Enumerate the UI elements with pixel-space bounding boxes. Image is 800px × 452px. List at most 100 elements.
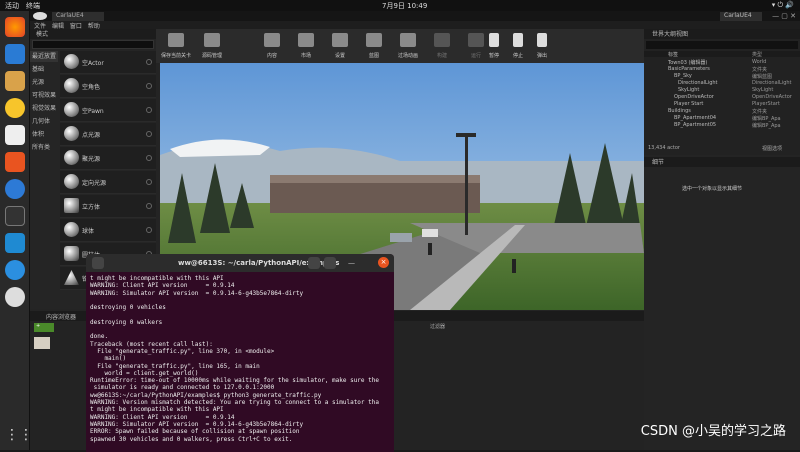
place-item[interactable]: 空Pawn [60,99,156,122]
outliner-row[interactable]: Buildings 文件夹 [644,108,800,115]
add-new-button[interactable]: + [34,323,54,332]
terminal-icon[interactable] [5,206,25,226]
info-icon[interactable] [146,131,152,137]
source-control-icon [204,33,220,47]
terminal-line: File "generate_traffic.py", line 165, in… [90,362,260,370]
search-icon[interactable] [308,257,320,269]
rhythmbox-icon[interactable] [5,98,25,118]
help-icon[interactable] [5,179,25,199]
category-visual[interactable]: 可视效果 [30,90,58,101]
outliner-row[interactable]: BP_Apartment04 编辑BP_Apa [644,115,800,122]
category-all[interactable]: 所有类 [30,142,58,153]
place-item[interactable]: 立方体 [60,195,156,218]
category-recent[interactable]: 最近放置 [30,51,58,62]
view-options-button[interactable]: 视图选项 [762,145,782,152]
outliner-row[interactable]: Player Start PlayerStart [644,101,800,107]
place-item[interactable]: 定向光源 [60,171,156,194]
activities-button[interactable]: 活动 [5,1,19,11]
info-icon[interactable] [146,227,152,233]
terminal-line: destroying 0 vehicles [90,304,166,312]
terminal-line: WARNING: Version mismatch detected: You … [90,399,379,407]
modes-panel-header[interactable]: 模式 [30,29,156,39]
libreoffice-writer-icon[interactable] [5,125,25,145]
point-light-icon [64,126,79,141]
files-icon[interactable] [5,71,25,91]
active-app-label[interactable]: 终端 [26,1,40,11]
eject-icon [537,33,547,47]
editor-title-bar: CarlaUE4 CarlaUE4 — ▢ ✕ [30,11,800,21]
terminal-output[interactable]: t might be incompatible with this API WAR… [90,275,392,449]
category-basic[interactable]: 基础 [30,64,58,75]
terminal-line: File "generate_traffic.py", line 370, in… [90,347,275,355]
outliner-row[interactable]: SkyLight SkyLight [644,87,800,93]
category-volumes[interactable]: 体积 [30,129,58,140]
clock[interactable]: 7月9日 10:49 [382,1,427,11]
software-center-icon[interactable] [5,152,25,172]
details-header[interactable]: 细节 [644,157,800,167]
vscode-icon[interactable] [5,233,25,253]
terminal-line: done. [90,333,109,341]
ue-logo-icon [33,12,47,20]
new-tab-icon[interactable] [92,257,104,269]
info-icon[interactable] [146,83,152,89]
info-icon[interactable] [146,203,152,209]
filter-button[interactable]: 过滤器 [430,323,445,330]
outliner-header[interactable]: 世界大纲视图 [644,29,800,39]
terminal-line: ww@6613S:~/carla/PythonAPI/examples$ pyt… [90,391,322,399]
main-toolbar: 保存当前关卡 源码管理 内容 市场 设置 蓝图 过场动画 构建 运行 暂停 停止… [156,29,644,63]
outliner-row[interactable]: DirectionalLight DirectionalLight [644,80,800,86]
folder-icon[interactable] [34,337,50,349]
content-browser-title[interactable]: 内容浏览器 [46,312,76,321]
cone-icon [64,270,79,285]
window-controls[interactable]: — ▢ ✕ [772,12,796,20]
hamburger-menu-icon[interactable] [324,257,336,269]
build-icon [434,33,450,47]
outliner-row[interactable]: OpenDriveActor OpenDriveActor [644,94,800,100]
system-tray-icons[interactable]: ▾ ⏻ 🔊 [772,1,794,10]
unreal-editor-window: CarlaUE4 CarlaUE4 — ▢ ✕ 文件 编辑 窗口 帮助 模式 最… [30,11,800,452]
level-tab[interactable]: CarlaUE4 [52,12,104,21]
info-icon[interactable] [146,59,152,65]
terminal-line: destroying 0 walkers [90,318,163,326]
place-item[interactable]: 空角色 [60,75,156,98]
firefox-icon[interactable] [5,17,25,37]
unreal-engine-icon[interactable] [5,287,25,307]
place-item[interactable]: 空Actor [60,51,156,74]
source-control-button[interactable]: 源码管理 [192,29,232,63]
info-icon[interactable] [146,107,152,113]
close-icon[interactable]: × [378,257,389,268]
thunderbird-icon[interactable] [5,44,25,64]
terminal-line: ERROR: Spawn failed because of collision… [90,428,300,436]
marketplace-icon [298,33,314,47]
details-empty-message: 选中一个对象以显示其细节 [682,186,743,192]
place-item[interactable]: 点光源 [60,123,156,146]
search-classes-input[interactable] [32,40,154,49]
outliner-row[interactable]: BasicParameters 文件夹 [644,66,800,73]
outliner-search-input[interactable] [646,41,798,49]
eject-button[interactable]: 弹出 [522,29,562,63]
docker-icon[interactable] [5,260,25,280]
cylinder-icon [64,246,79,261]
place-item[interactable]: 聚光源 [60,147,156,170]
menu-bar: 文件 编辑 窗口 帮助 [30,21,800,30]
terminal-line: t might be incompatible with this API [90,275,224,282]
system-top-bar: 活动 终端 7月9日 10:49 ▾ ⏻ 🔊 [0,0,800,11]
category-geometry[interactable]: 几何体 [30,116,58,127]
outliner-row[interactable]: Town03 (编辑器) World [644,59,800,66]
show-applications-icon[interactable]: ⋮⋮ [5,425,33,445]
outliner-row[interactable]: BP_Sky 编辑蓝图 [644,73,800,80]
gear-icon [332,33,348,47]
outliner-row[interactable]: BP_Apartment05 编辑BP_Apa [644,122,800,129]
place-item[interactable]: 球体 [60,219,156,242]
clapper-icon [400,33,416,47]
category-vfx[interactable]: 视觉效果 [30,103,58,114]
project-tab[interactable]: CarlaUE4 [720,12,762,21]
info-icon[interactable] [146,155,152,161]
terminal-window[interactable]: ww@6613S: ~/carla/PythonAPI/examples — ×… [86,254,394,452]
category-lights[interactable]: 光源 [30,77,58,88]
minimize-icon[interactable]: — [348,259,355,267]
info-icon[interactable] [146,179,152,185]
save-level-button[interactable]: 保存当前关卡 [156,29,196,63]
